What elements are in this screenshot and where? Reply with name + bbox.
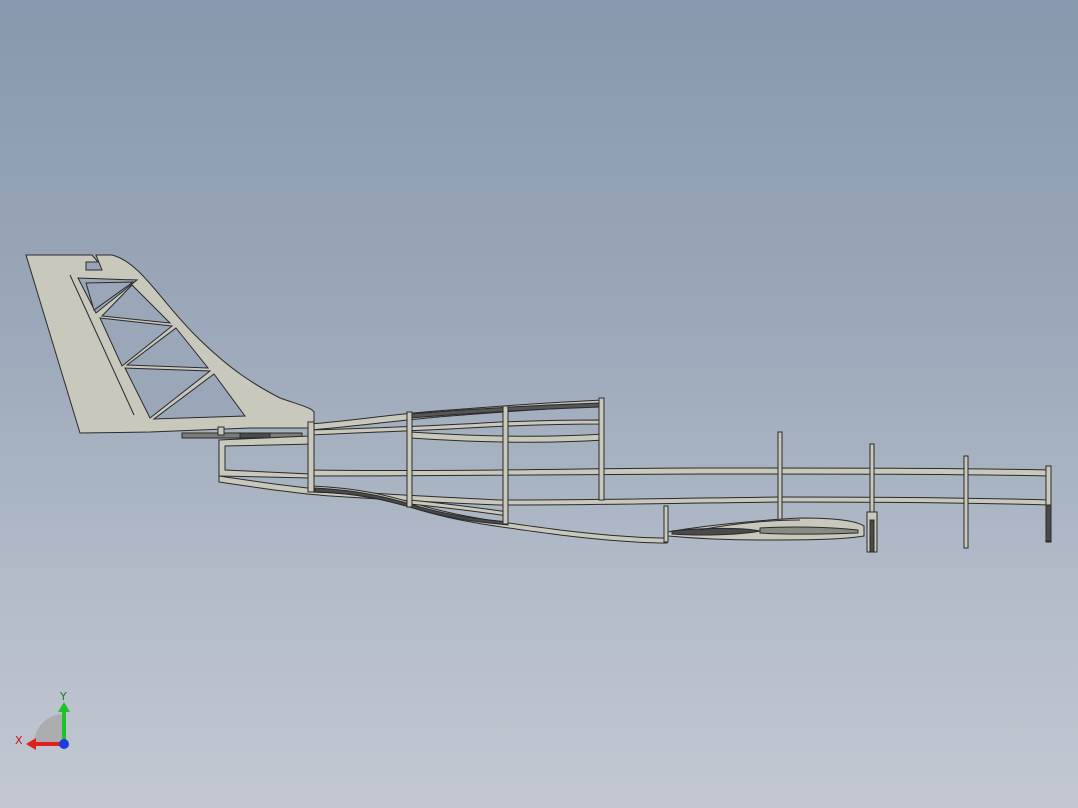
triad-x-label: X xyxy=(15,734,23,747)
triad-x-arrowhead xyxy=(26,738,36,750)
triad-plane-quadrant xyxy=(34,714,64,744)
triad-y-label: Y xyxy=(59,690,67,703)
triad-z-axis xyxy=(59,739,69,749)
triad-y-arrowhead xyxy=(58,702,70,712)
cad-graphics-viewport[interactable]: Y X xyxy=(0,0,1078,808)
orientation-triad: Y X xyxy=(15,690,70,750)
